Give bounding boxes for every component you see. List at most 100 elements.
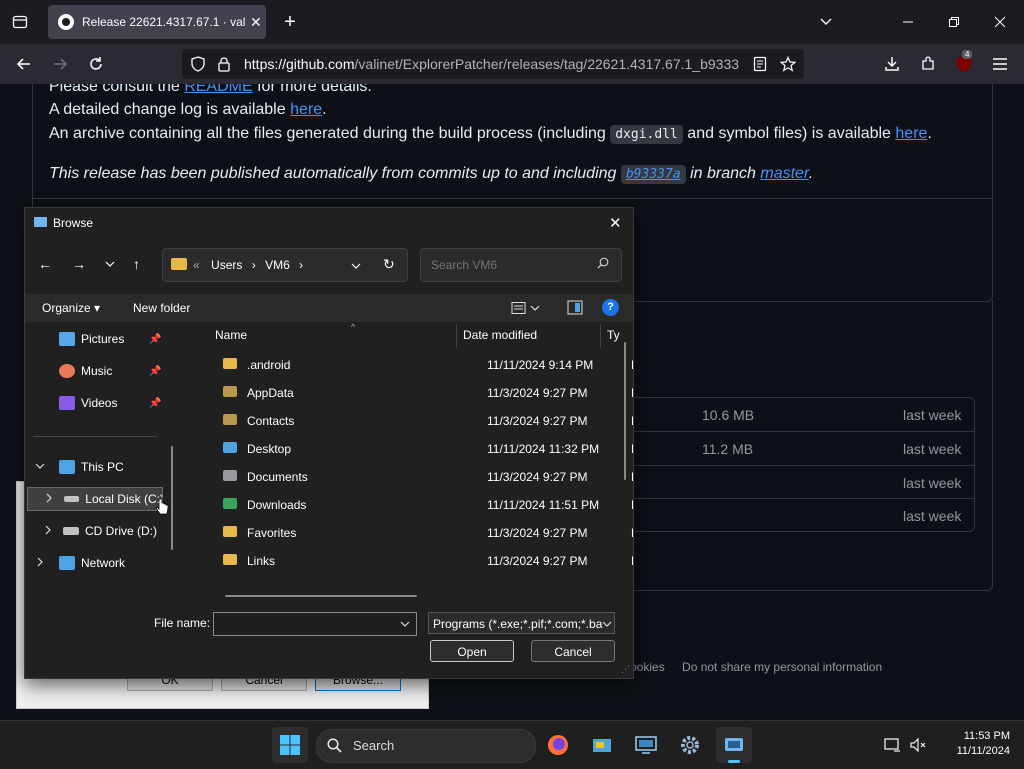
asset-row[interactable]: last week: [601, 498, 974, 532]
view-options-icon[interactable]: [511, 301, 541, 318]
downloads-icon[interactable]: [880, 44, 904, 84]
dialog-back-icon[interactable]: ←: [38, 256, 52, 272]
file-list-horizontal-scrollbar[interactable]: [225, 595, 417, 597]
file-row[interactable]: .android 11/11/2024 9:14 PM Fi: [201, 350, 633, 378]
url-text[interactable]: https://github.com/valinet/ExplorerPatch…: [244, 49, 744, 79]
commit-link[interactable]: b93337a: [620, 165, 686, 184]
preview-pane-icon[interactable]: [567, 300, 583, 318]
nav-item-this-pc[interactable]: This PC: [35, 455, 124, 479]
file-name-dropdown-chevron-icon[interactable]: [400, 618, 410, 632]
file-row[interactable]: Desktop 11/11/2024 11:32 PM Fi: [201, 434, 633, 462]
breadcrumb-users[interactable]: Users: [211, 258, 242, 272]
lock-icon[interactable]: [214, 49, 234, 79]
nav-scrollbar[interactable]: [171, 446, 173, 550]
close-window-icon[interactable]: [988, 0, 1012, 44]
dialog-recent-chevron-icon[interactable]: [105, 258, 115, 272]
new-tab-icon[interactable]: +: [278, 0, 302, 44]
list-all-tabs-chevron-icon[interactable]: [814, 0, 838, 44]
reader-view-icon[interactable]: [750, 49, 770, 79]
dialog-forward-icon[interactable]: →: [72, 256, 86, 272]
nav-item-local-disk[interactable]: Local Disk (C:): [27, 487, 163, 511]
system-clock[interactable]: 11:53 PM 11/11/2024: [934, 729, 1010, 759]
browser-tab-active[interactable]: Release 22621.4317.67.1 · valinet/ ✕: [48, 5, 266, 39]
readme-link[interactable]: README: [184, 84, 252, 95]
file-type: Fi: [631, 442, 633, 456]
nav-item-music[interactable]: Music 📌: [59, 359, 161, 383]
asset-row[interactable]: last week: [601, 465, 974, 499]
tab-close-icon[interactable]: ✕: [250, 14, 262, 31]
column-header-date[interactable]: Date modified: [463, 328, 537, 342]
nav-item-network[interactable]: Network: [35, 551, 125, 575]
minimize-icon[interactable]: [896, 0, 920, 44]
start-windows-icon[interactable]: [272, 727, 308, 763]
file-row[interactable]: Downloads 11/11/2024 11:51 PM Fi: [201, 490, 633, 518]
volume-muted-icon[interactable]: [906, 727, 930, 763]
taskbar-search[interactable]: Search: [316, 729, 536, 763]
file-row[interactable]: Contacts 11/3/2024 9:27 PM Fi: [201, 406, 633, 434]
extensions-puzzle-icon[interactable]: [916, 44, 940, 84]
settings-gear-icon[interactable]: [672, 727, 708, 763]
tracking-protection-shield-icon[interactable]: [188, 49, 208, 79]
refresh-icon[interactable]: ↻: [383, 256, 395, 273]
open-button[interactable]: Open: [430, 640, 514, 662]
nav-item-cd-drive[interactable]: CD Drive (D:): [43, 519, 157, 543]
restore-icon[interactable]: [942, 0, 966, 44]
column-header-name[interactable]: Name: [215, 328, 247, 342]
file-date: 11/3/2024 9:27 PM: [487, 526, 588, 540]
bookmark-star-icon[interactable]: [778, 49, 798, 79]
file-name-input[interactable]: [213, 612, 417, 636]
expand-chevron-icon[interactable]: [44, 492, 58, 506]
file-list-vertical-scrollbar[interactable]: [624, 342, 626, 480]
search-box[interactable]: [420, 248, 622, 282]
branch-link[interactable]: master: [760, 165, 808, 182]
changelog-line: A detailed change log is available here.: [49, 101, 327, 118]
dialog-close-icon[interactable]: ✕: [609, 214, 622, 232]
dialog-up-icon[interactable]: ↑: [133, 256, 140, 272]
github-icon: [58, 14, 74, 30]
file-row[interactable]: Links 11/3/2024 9:27 PM Fi: [201, 546, 633, 574]
dialog-titlebar[interactable]: Browse ✕: [25, 208, 633, 238]
search-input[interactable]: [429, 257, 593, 273]
help-icon[interactable]: ?: [602, 299, 619, 316]
breadcrumb-vm6[interactable]: VM6: [265, 258, 290, 272]
back-icon[interactable]: [12, 44, 36, 84]
file-date: 11/11/2024 11:32 PM: [487, 442, 600, 456]
tab-list-icon[interactable]: [8, 0, 32, 44]
new-folder-button[interactable]: New folder: [133, 301, 190, 315]
active-app-window-icon[interactable]: [716, 727, 752, 763]
resize-grip-icon[interactable]: ⋰: [621, 664, 630, 675]
column-divider[interactable]: [456, 324, 457, 348]
column-header-type[interactable]: Ty: [607, 328, 620, 342]
cancel-button[interactable]: Cancel: [531, 640, 615, 662]
file-type-select[interactable]: Programs (*.exe;*.pif;*.com;*.ba: [428, 612, 615, 634]
firefox-icon[interactable]: [540, 727, 576, 763]
organize-button[interactable]: Organize ▾: [42, 301, 100, 315]
asset-row[interactable]: 10.6 MB last week: [601, 398, 974, 431]
file-row[interactable]: AppData 11/3/2024 9:27 PM Fi: [201, 378, 633, 406]
expand-chevron-icon[interactable]: [43, 524, 57, 538]
collapse-chevron-icon[interactable]: [35, 460, 49, 474]
nav-item-videos[interactable]: Videos 📌: [59, 391, 161, 415]
remote-desktop-icon[interactable]: [628, 727, 664, 763]
address-bar[interactable]: « Users › VM6 › ↻: [162, 248, 408, 282]
network-icon: [59, 556, 75, 570]
nav-item-pictures[interactable]: Pictures 📌: [59, 327, 161, 351]
expand-chevron-icon[interactable]: [35, 556, 49, 570]
ublock-origin-icon[interactable]: 4: [952, 44, 976, 84]
file-row[interactable]: Documents 11/3/2024 9:27 PM Fi: [201, 462, 633, 490]
column-divider[interactable]: [600, 324, 601, 348]
app-menu-hamburger-icon[interactable]: [988, 44, 1012, 84]
manage-cookies-link[interactable]: ookies: [630, 660, 665, 674]
reload-icon[interactable]: [84, 44, 108, 84]
file-type-chevron-icon[interactable]: [602, 618, 612, 632]
url-bar[interactable]: https://github.com/valinet/ExplorerPatch…: [182, 49, 804, 79]
control-panel-icon[interactable]: [584, 727, 620, 763]
asset-row[interactable]: 11.2 MB last week: [601, 431, 974, 465]
file-row[interactable]: Favorites 11/3/2024 9:27 PM Fi: [201, 518, 633, 546]
archive-link[interactable]: here: [895, 125, 927, 142]
address-dropdown-chevron-icon[interactable]: [351, 260, 361, 274]
notification-device-icon[interactable]: [880, 727, 904, 763]
do-not-share-link[interactable]: Do not share my personal information: [682, 660, 882, 674]
forward-icon[interactable]: [48, 44, 72, 84]
changelog-link[interactable]: here: [290, 101, 322, 118]
